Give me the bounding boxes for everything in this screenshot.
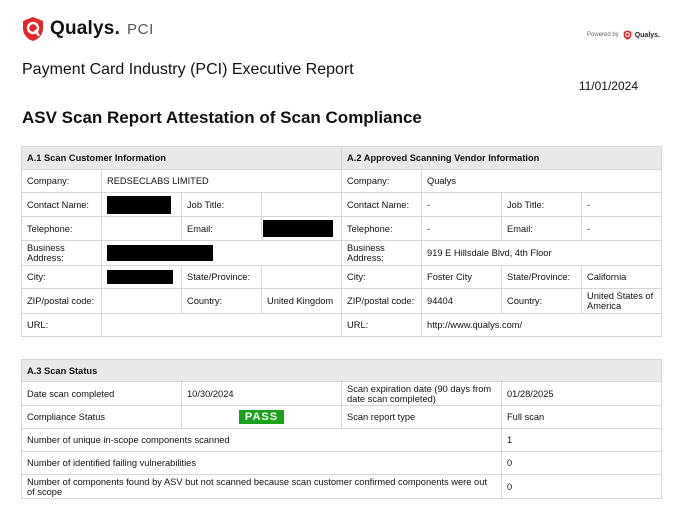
qualys-mini-shield-icon	[623, 30, 632, 40]
a2-country-label: Country:	[501, 288, 583, 314]
a2-company-label: Company:	[341, 169, 423, 193]
not-scanned-label: Number of components found by ASV but no…	[21, 474, 502, 499]
a2-url-label: URL:	[341, 313, 423, 337]
a2-zip-label: ZIP/postal code:	[341, 288, 423, 314]
a1-address-label: Business Address:	[21, 240, 102, 266]
a1-country-value: United Kingdom	[260, 288, 343, 314]
scan-status-table: A.3 Scan Status Date scan completed 10/3…	[20, 359, 663, 499]
a2-contact-label: Contact Name:	[341, 192, 423, 217]
pass-badge: PASS	[238, 410, 285, 424]
a1-email-label: Email:	[181, 216, 262, 241]
qualys-shield-icon	[23, 17, 43, 41]
not-scanned-value: 0	[500, 474, 663, 499]
report-type-value: Full scan	[500, 405, 663, 429]
a1-url-label: URL:	[21, 313, 102, 337]
a1-contact-value	[101, 192, 182, 217]
a3-heading: A.3 Scan Status	[20, 359, 663, 382]
expiration-value: 01/28/2025	[500, 381, 663, 406]
expiration-label: Scan expiration date (90 days from date …	[341, 381, 502, 406]
qualys-pci-logo: Qualys. PCI	[22, 16, 154, 42]
a1-zip-label: ZIP/postal code:	[21, 288, 102, 314]
date-completed-value: 10/30/2024	[181, 381, 342, 406]
a2-state-value: California	[581, 265, 663, 289]
a2-company-value: Qualys	[421, 169, 663, 193]
a1-city-value	[101, 265, 182, 289]
a2-address-value: 919 E Hillsdale Blvd, 4th Floor	[421, 240, 663, 266]
a2-telephone-value: -	[421, 216, 503, 241]
redacted-address	[107, 245, 213, 261]
brand-name: Qualys.	[50, 18, 121, 39]
a1-job-title-value	[260, 192, 343, 217]
a2-contact-value: -	[421, 192, 503, 217]
report-type-label: Scan report type	[341, 405, 502, 429]
failing-value: 0	[500, 451, 663, 475]
a2-job-title-value: -	[581, 192, 663, 217]
a2-email-label: Email:	[501, 216, 583, 241]
a2-url-value: http://www.qualys.com/	[421, 313, 663, 337]
redacted-email	[263, 220, 333, 237]
redacted-contact	[107, 195, 171, 214]
a2-heading: A.2 Approved Scanning Vendor Information	[341, 146, 663, 170]
a2-telephone-label: Telephone:	[341, 216, 423, 241]
a1-job-title-label: Job Title:	[181, 192, 262, 217]
a1-state-label: State/Province:	[181, 265, 262, 289]
a2-city-label: City:	[341, 265, 423, 289]
customer-vendor-table: A.1 Scan Customer Information A.2 Approv…	[20, 146, 663, 337]
a1-country-label: Country:	[181, 288, 262, 314]
failing-label: Number of identified failing vulnerabili…	[21, 451, 502, 475]
a1-address-value	[100, 240, 343, 266]
powered-by: Powered by Qualys.	[587, 30, 660, 40]
a2-zip-value: 94404	[421, 288, 503, 314]
a1-email-value	[260, 216, 343, 241]
report-title: Payment Card Industry (PCI) Executive Re…	[22, 61, 354, 78]
date-completed-label: Date scan completed	[21, 381, 182, 406]
brand-suffix: PCI	[127, 20, 154, 38]
a1-company-label: Company:	[21, 169, 102, 193]
components-label: Number of unique in-scope components sca…	[21, 428, 502, 452]
compliance-label: Compliance Status	[21, 405, 182, 429]
powered-by-text: Powered by	[587, 32, 619, 38]
a2-job-title-label: Job Title:	[501, 192, 583, 217]
a1-telephone-label: Telephone:	[21, 216, 102, 241]
header: Qualys. PCI Powered by Qualys.	[0, 0, 680, 50]
compliance-value: PASS	[181, 405, 342, 429]
a1-zip-value	[101, 288, 182, 314]
a2-city-value: Foster City	[421, 265, 503, 289]
components-value: 1	[500, 428, 663, 452]
doc-title: ASV Scan Report Attestation of Scan Comp…	[22, 108, 422, 127]
redacted-city	[107, 270, 173, 284]
a1-telephone-value	[101, 216, 182, 241]
a1-company-value: REDSECLABS LIMITED	[100, 169, 343, 193]
a2-address-label: Business Address:	[341, 240, 423, 266]
a2-state-label: State/Province:	[501, 265, 583, 289]
a1-city-label: City:	[21, 265, 102, 289]
a1-contact-label: Contact Name:	[21, 192, 102, 217]
a1-url-value	[100, 313, 343, 337]
a1-heading: A.1 Scan Customer Information	[20, 146, 343, 170]
report-date: 11/01/2024	[578, 79, 638, 93]
a2-country-value: United States of America	[581, 288, 663, 314]
a1-state-value	[260, 265, 343, 289]
powered-by-brand: Qualys.	[634, 31, 660, 39]
a2-email-value: -	[581, 216, 663, 241]
